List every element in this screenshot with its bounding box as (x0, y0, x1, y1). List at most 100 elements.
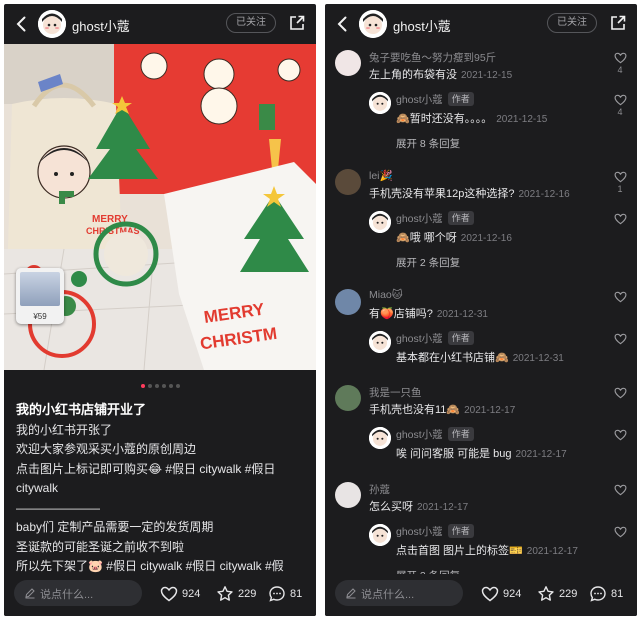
like-count: 924 (182, 588, 201, 600)
comment-text[interactable]: 手机壳没有苹果12p这种选择? 2021-12-16 (369, 185, 570, 201)
author-name[interactable]: ghost小蔻 (72, 16, 130, 35)
reply-like-button[interactable] (613, 526, 627, 539)
comment-like-button[interactable] (613, 484, 627, 497)
comment-date: 2021-12-17 (417, 502, 469, 513)
comment-placeholder: 说点什么... (361, 589, 415, 601)
comment-text[interactable]: 有🍑店铺吗? 2021-12-31 (369, 305, 488, 321)
follow-button[interactable]: 已关注 (547, 13, 597, 33)
top-bar: ghost小蔻 已关注 (325, 4, 637, 44)
star-icon (217, 586, 233, 601)
expand-replies-link[interactable]: 展开 8 条回复 (396, 136, 460, 151)
like-button[interactable]: 924 (160, 584, 200, 604)
comment-like-button[interactable]: 4 (613, 52, 627, 75)
reply-body: 🙈哦 哪个呀 (396, 232, 457, 244)
product-tag-thumbnail[interactable]: ¥59 (16, 268, 64, 324)
commenter-avatar[interactable] (335, 385, 361, 411)
commenter-avatar[interactable] (335, 482, 361, 508)
author-reply-avatar[interactable] (369, 427, 391, 449)
heart-icon (613, 333, 627, 345)
heart-icon (481, 586, 499, 602)
follow-button[interactable]: 已关注 (226, 13, 276, 33)
commenter-avatar[interactable] (335, 169, 361, 195)
reply-like-button[interactable] (613, 429, 627, 442)
reply-text[interactable]: 🙈暂时还没有。。。。 2021-12-15 (396, 110, 547, 126)
author-badge: 作者 (447, 92, 474, 106)
author-avatar[interactable] (359, 10, 387, 38)
comment-body: 怎么买呀 (369, 501, 413, 513)
author-reply-avatar[interactable] (369, 524, 391, 546)
carousel-dot (140, 384, 145, 388)
reply-text[interactable]: 基本都在小红书店铺🙈 2021-12-31 (396, 349, 564, 365)
heart-icon (613, 213, 627, 225)
comment-like-button[interactable] (613, 387, 627, 400)
commenter-avatar[interactable] (335, 50, 361, 76)
like-count: 924 (503, 588, 522, 600)
reply-like-button[interactable]: 4 (613, 94, 627, 117)
comment-like-button[interactable]: 1 (613, 171, 627, 194)
reply-like-button[interactable] (613, 213, 627, 226)
back-icon[interactable] (333, 14, 353, 34)
heart-icon (613, 484, 627, 496)
reply-body: 点击首图 图片上的标签🎫 (396, 545, 523, 557)
reply-author-name: ghost小蔻 (396, 213, 443, 225)
comment-input[interactable]: 说点什么... (335, 580, 463, 606)
commenter-name[interactable]: Miao🐱 (369, 289, 403, 301)
reply-author[interactable]: ghost小蔻 作者 (396, 427, 474, 442)
author-name[interactable]: ghost小蔻 (393, 16, 451, 35)
collect-button[interactable]: 229 (216, 584, 256, 604)
author-reply-avatar[interactable] (369, 92, 391, 114)
share-icon[interactable] (288, 14, 306, 32)
reply-text[interactable]: 唉 问问客服 可能是 bug 2021-12-17 (396, 445, 567, 461)
comment-body: 手机壳没有苹果12p这种选择? (369, 188, 515, 200)
post-line: 我的小红书开张了 (16, 422, 113, 437)
reply-date: 2021-12-16 (460, 233, 512, 244)
author-badge: 作者 (447, 524, 474, 538)
comment-placeholder: 说点什么... (40, 589, 94, 601)
top-bar: ghost小蔻 已关注 (4, 4, 316, 44)
share-icon[interactable] (609, 14, 627, 32)
comment-body: 手机壳也没有11🙈 (369, 404, 461, 416)
comment-button[interactable]: 81 (589, 584, 623, 604)
collect-button[interactable]: 229 (537, 584, 577, 604)
commenter-name[interactable]: lei🎉 (369, 169, 393, 182)
reply-author[interactable]: ghost小蔻 作者 (396, 331, 474, 346)
like-button[interactable]: 924 (481, 584, 521, 604)
commenter-name[interactable]: 孙蔻 (369, 482, 390, 497)
commenter-name[interactable]: 兔子要吃鱼～努力瘦到95斤 (369, 50, 496, 65)
expand-replies-link[interactable]: 展开 2 条回复 (396, 255, 460, 270)
reply-text[interactable]: 🙈哦 哪个呀 2021-12-16 (396, 229, 512, 245)
reply-author[interactable]: ghost小蔻 作者 (396, 211, 474, 226)
author-avatar[interactable] (38, 10, 66, 38)
heart-icon (613, 171, 627, 183)
comment-text[interactable]: 左上角的布袋有没 2021-12-15 (369, 66, 512, 82)
reply-author-name: ghost小蔻 (396, 94, 443, 106)
carousel-dot (161, 384, 166, 388)
reply-author[interactable]: ghost小蔻 作者 (396, 524, 474, 539)
reply-author[interactable]: ghost小蔻 作者 (396, 92, 474, 107)
post-line: 圣诞款的可能圣诞之前收不到啦 (16, 539, 185, 554)
carousel-dot (168, 384, 173, 388)
comment-input[interactable]: 说点什么... (14, 580, 142, 606)
comment-button[interactable]: 81 (268, 584, 302, 604)
commenter-avatar[interactable] (335, 289, 361, 315)
reply-date: 2021-12-15 (496, 114, 548, 125)
reply-text[interactable]: 点击首图 图片上的标签🎫 2021-12-17 (396, 542, 578, 558)
comment-date: 2021-12-16 (518, 189, 570, 200)
heart-icon (613, 291, 627, 303)
author-badge: 作者 (447, 211, 474, 225)
author-reply-avatar[interactable] (369, 331, 391, 353)
heart-icon (613, 526, 627, 538)
collect-count: 229 (238, 588, 257, 600)
heart-icon (613, 52, 627, 64)
comment-like-button[interactable] (613, 291, 627, 304)
carousel-indicator (4, 384, 316, 388)
author-reply-avatar[interactable] (369, 211, 391, 233)
comment-text[interactable]: 怎么买呀 2021-12-17 (369, 498, 468, 514)
comment-date: 2021-12-15 (461, 70, 513, 81)
commenter-name[interactable]: 我是一只鱼 (369, 385, 422, 400)
carousel-dot (175, 384, 180, 388)
comment-text[interactable]: 手机壳也没有11🙈 2021-12-17 (369, 401, 515, 417)
back-icon[interactable] (12, 14, 32, 34)
reply-like-button[interactable] (613, 333, 627, 346)
bottom-action-bar: 说点什么... 924 229 81 (325, 574, 637, 616)
